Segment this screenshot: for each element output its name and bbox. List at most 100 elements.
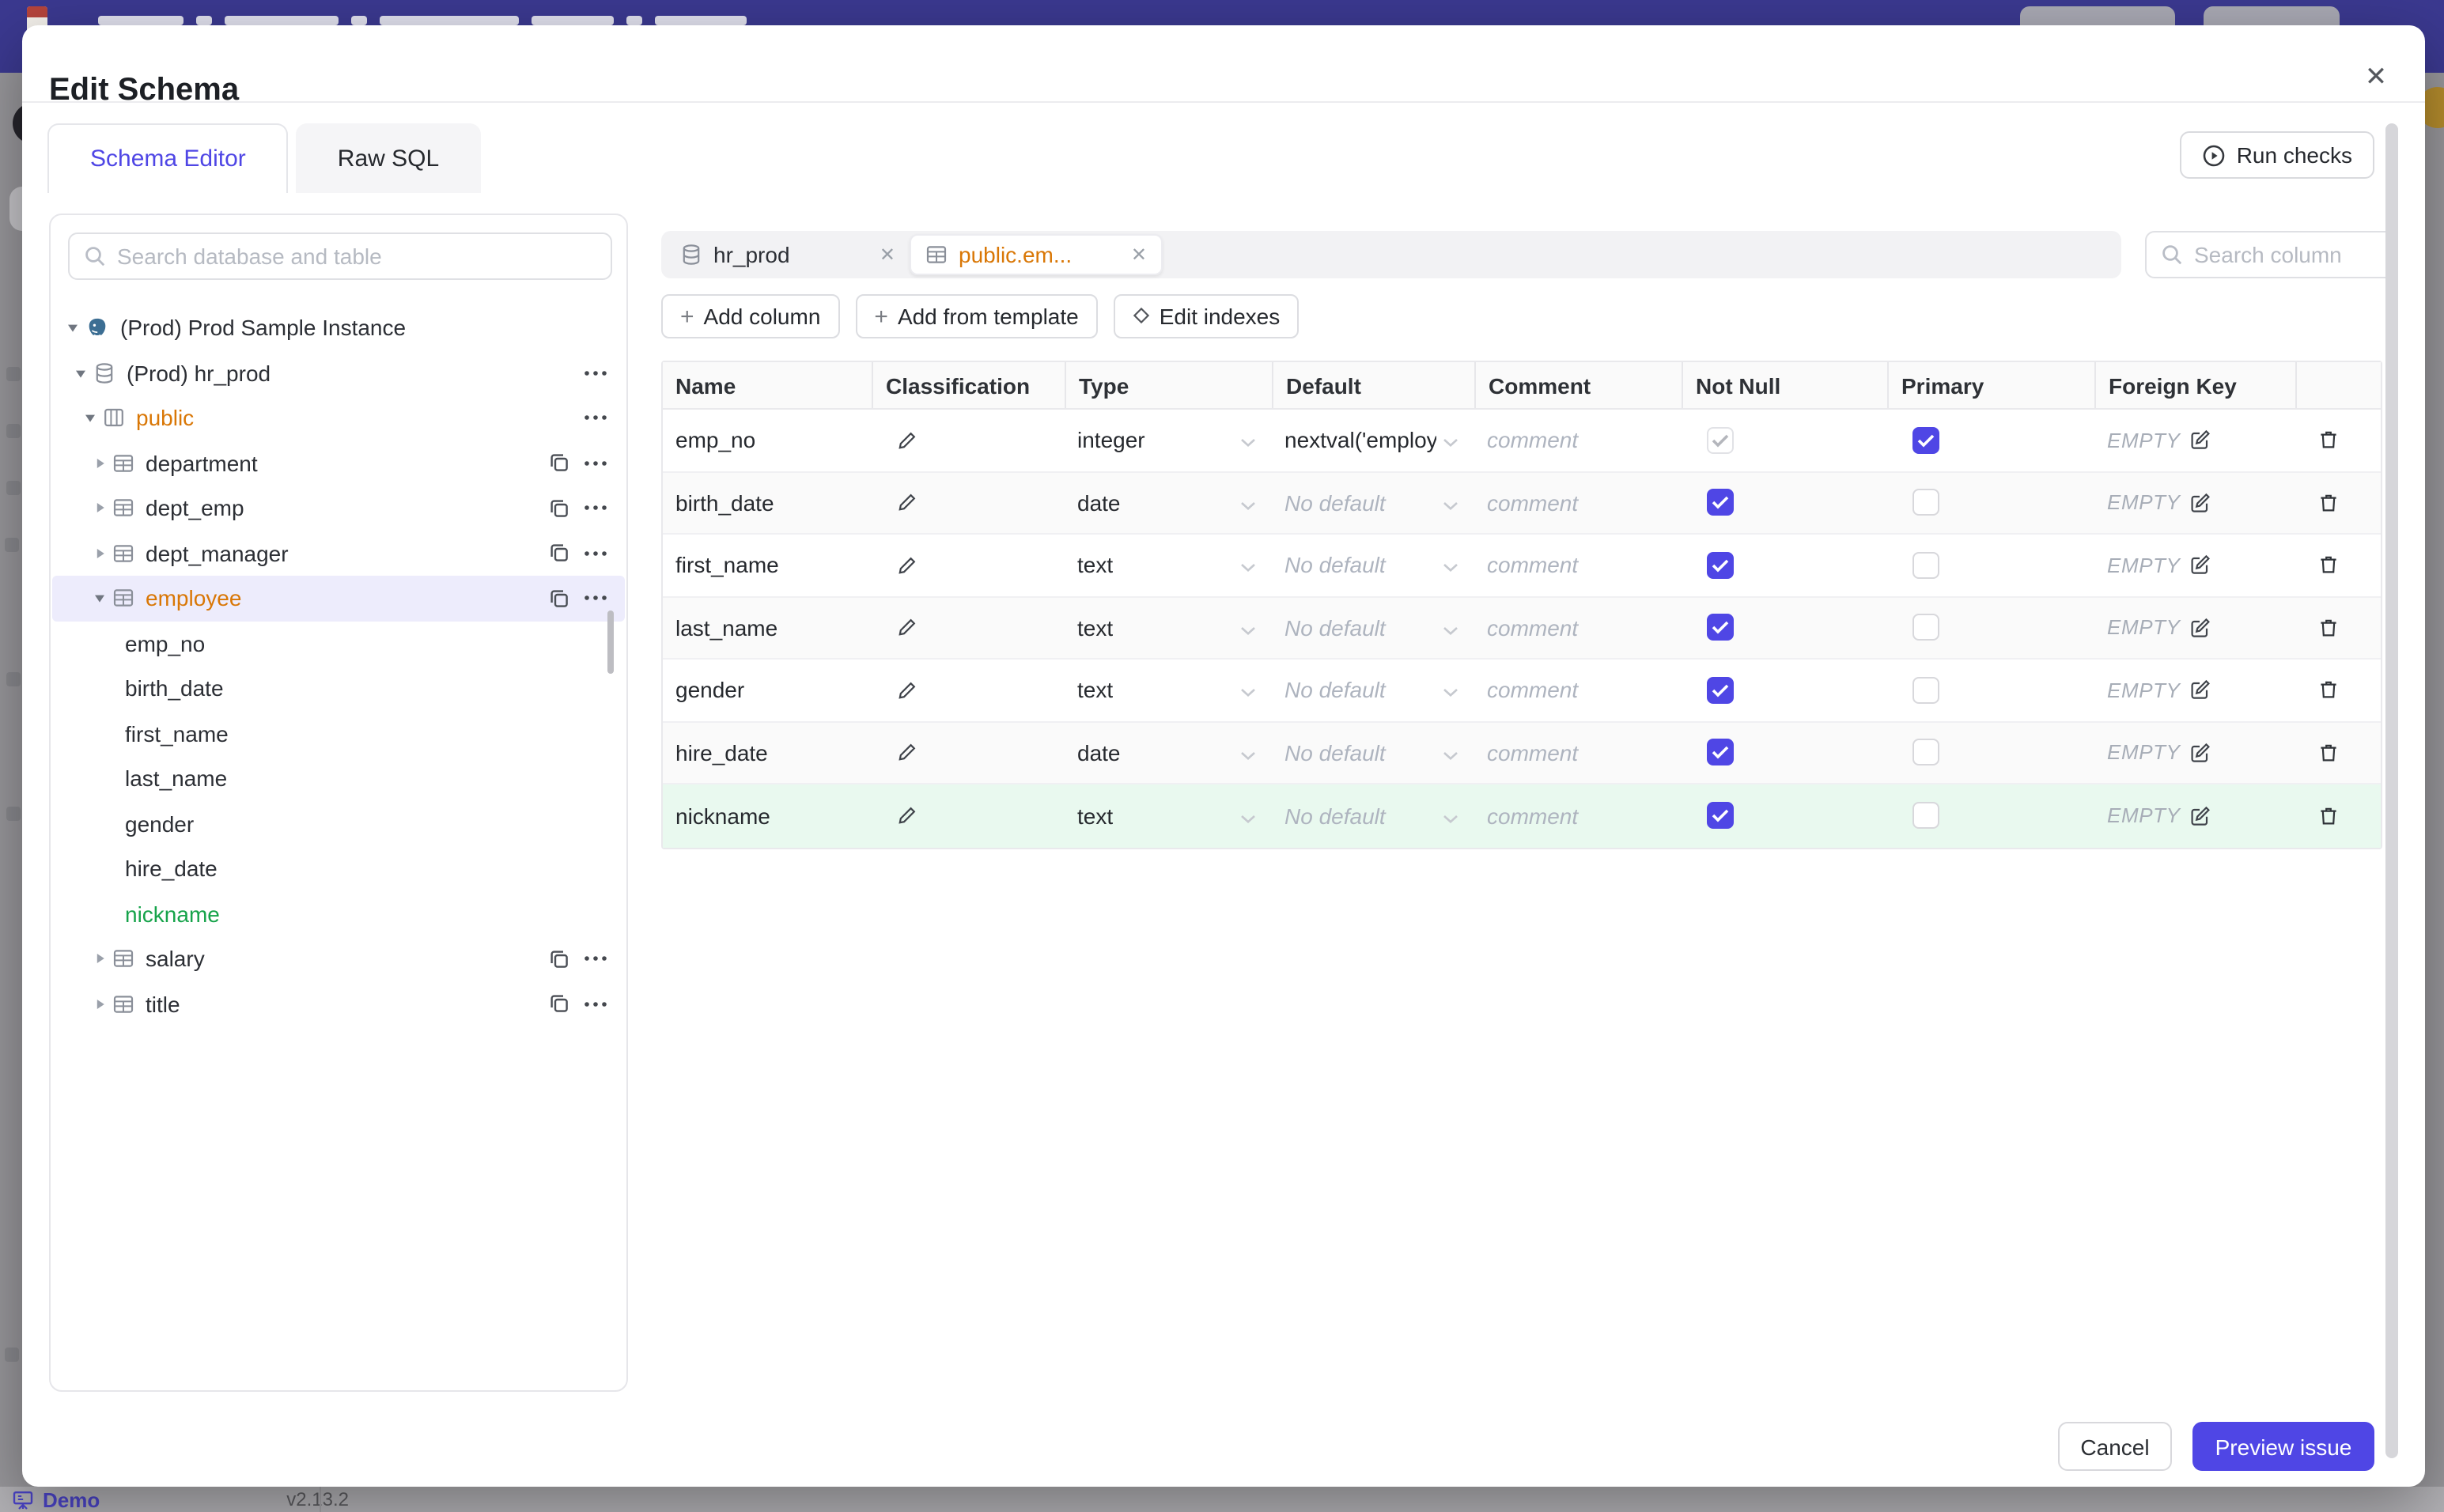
not-null-checkbox[interactable] — [1707, 802, 1734, 830]
pencil-icon[interactable] — [897, 618, 917, 638]
type-select[interactable]: date — [1065, 722, 1272, 783]
editor-tab-hr_prod[interactable]: hr_prod ✕ — [666, 234, 910, 275]
not-null-checkbox[interactable] — [1707, 614, 1734, 641]
edit-foreign-key-icon[interactable] — [2190, 805, 2212, 827]
edit-foreign-key-icon[interactable] — [2190, 429, 2212, 452]
pencil-icon[interactable] — [897, 493, 917, 513]
tree-column-gender[interactable]: gender — [51, 801, 626, 846]
tree-item-employee[interactable]: employee — [51, 576, 626, 621]
comment-input[interactable]: comment — [1474, 597, 1682, 658]
pencil-icon[interactable] — [897, 806, 917, 826]
edit-foreign-key-icon[interactable] — [2190, 617, 2212, 639]
copy-icon[interactable] — [549, 498, 569, 519]
not-null-checkbox[interactable] — [1707, 739, 1734, 766]
more-menu-icon[interactable] — [584, 1001, 607, 1007]
tree-column-first_name[interactable]: first_name — [51, 711, 626, 756]
default-select[interactable]: No default — [1272, 722, 1474, 783]
more-menu-icon[interactable] — [584, 595, 607, 602]
type-select[interactable]: integer — [1065, 410, 1272, 471]
tab-schema-editor[interactable]: Schema Editor — [47, 123, 289, 193]
type-select[interactable]: text — [1065, 784, 1272, 847]
database-search[interactable] — [68, 232, 612, 280]
primary-checkbox[interactable] — [1912, 551, 1939, 579]
type-select[interactable]: text — [1065, 535, 1272, 595]
sidebar-scrollbar[interactable] — [607, 610, 614, 674]
comment-input[interactable]: comment — [1474, 660, 1682, 720]
column-search[interactable] — [2145, 231, 2398, 278]
default-select[interactable]: No default — [1272, 535, 1474, 595]
default-select[interactable]: nextval('employ — [1272, 410, 1474, 471]
edit-indexes-button[interactable]: Edit indexes — [1113, 294, 1300, 338]
more-menu-icon[interactable] — [584, 460, 607, 467]
tree-item-title[interactable]: title — [51, 981, 626, 1026]
chevron-right-icon[interactable] — [92, 455, 108, 471]
trash-icon[interactable] — [2317, 554, 2340, 576]
comment-input[interactable]: comment — [1474, 784, 1682, 847]
primary-checkbox[interactable] — [1912, 739, 1939, 766]
not-null-checkbox[interactable] — [1707, 676, 1734, 704]
comment-input[interactable]: comment — [1474, 722, 1682, 783]
tree-column-birth_date[interactable]: birth_date — [51, 666, 626, 711]
close-tab-icon[interactable]: ✕ — [880, 244, 895, 266]
type-select[interactable]: text — [1065, 597, 1272, 658]
copy-icon[interactable] — [549, 994, 569, 1015]
tree-item--Prod-Prod-Sample-Instance[interactable]: (Prod) Prod Sample Instance — [51, 305, 626, 350]
chevron-down-icon[interactable] — [65, 320, 81, 336]
dialog-scrollbar[interactable] — [2385, 123, 2398, 1458]
comment-input[interactable]: comment — [1474, 535, 1682, 595]
column-name-cell[interactable]: first_name — [663, 535, 872, 595]
edit-foreign-key-icon[interactable] — [2190, 742, 2212, 764]
primary-checkbox[interactable] — [1912, 676, 1939, 704]
tree-item--Prod-hr_prod[interactable]: (Prod) hr_prod — [51, 350, 626, 395]
chevron-right-icon[interactable] — [92, 546, 108, 561]
tree-item-dept_emp[interactable]: dept_emp — [51, 486, 626, 531]
tree-item-dept_manager[interactable]: dept_manager — [51, 531, 626, 576]
tree-column-nickname[interactable]: nickname — [51, 891, 626, 936]
tree-column-hire_date[interactable]: hire_date — [51, 846, 626, 891]
primary-checkbox[interactable] — [1912, 614, 1939, 641]
more-menu-icon[interactable] — [584, 956, 607, 962]
database-search-input[interactable] — [117, 244, 596, 269]
default-select[interactable]: No default — [1272, 597, 1474, 658]
primary-checkbox[interactable] — [1912, 426, 1939, 454]
trash-icon[interactable] — [2317, 492, 2340, 514]
not-null-checkbox[interactable] — [1707, 426, 1734, 454]
column-search-input[interactable] — [2194, 242, 2368, 267]
add-column-button[interactable]: + Add column — [661, 294, 840, 338]
copy-icon[interactable] — [549, 588, 569, 609]
not-null-checkbox[interactable] — [1707, 489, 1734, 516]
pencil-icon[interactable] — [897, 743, 917, 763]
default-select[interactable]: No default — [1272, 660, 1474, 720]
chevron-down-icon[interactable] — [73, 365, 89, 381]
preview-issue-button[interactable]: Preview issue — [2192, 1422, 2374, 1471]
default-select[interactable]: No default — [1272, 472, 1474, 533]
copy-icon[interactable] — [549, 949, 569, 970]
edit-foreign-key-icon[interactable] — [2190, 492, 2212, 514]
trash-icon[interactable] — [2317, 617, 2340, 639]
chevron-right-icon[interactable] — [92, 501, 108, 516]
tree-item-public[interactable]: public — [51, 395, 626, 440]
type-select[interactable]: date — [1065, 472, 1272, 533]
primary-checkbox[interactable] — [1912, 802, 1939, 830]
comment-input[interactable]: comment — [1474, 410, 1682, 471]
chevron-right-icon[interactable] — [92, 951, 108, 967]
comment-input[interactable]: comment — [1474, 472, 1682, 533]
tree-column-last_name[interactable]: last_name — [51, 756, 626, 801]
chevron-right-icon[interactable] — [92, 996, 108, 1012]
tree-item-department[interactable]: department — [51, 440, 626, 486]
close-tab-icon[interactable]: ✕ — [1131, 244, 1147, 266]
primary-checkbox[interactable] — [1912, 489, 1939, 516]
edit-foreign-key-icon[interactable] — [2190, 679, 2212, 701]
pencil-icon[interactable] — [897, 555, 917, 576]
editor-tab-public-em-[interactable]: public.em... ✕ — [910, 234, 1163, 275]
chevron-down-icon[interactable] — [82, 410, 98, 426]
type-select[interactable]: text — [1065, 660, 1272, 720]
add-from-template-button[interactable]: + Add from template — [855, 294, 1098, 338]
not-null-checkbox[interactable] — [1707, 551, 1734, 579]
pencil-icon[interactable] — [897, 680, 917, 701]
trash-icon[interactable] — [2317, 805, 2340, 827]
close-icon[interactable]: ✕ — [2359, 60, 2393, 95]
column-name-cell[interactable]: emp_no — [663, 410, 872, 471]
trash-icon[interactable] — [2317, 429, 2340, 452]
column-name-cell[interactable]: birth_date — [663, 472, 872, 533]
